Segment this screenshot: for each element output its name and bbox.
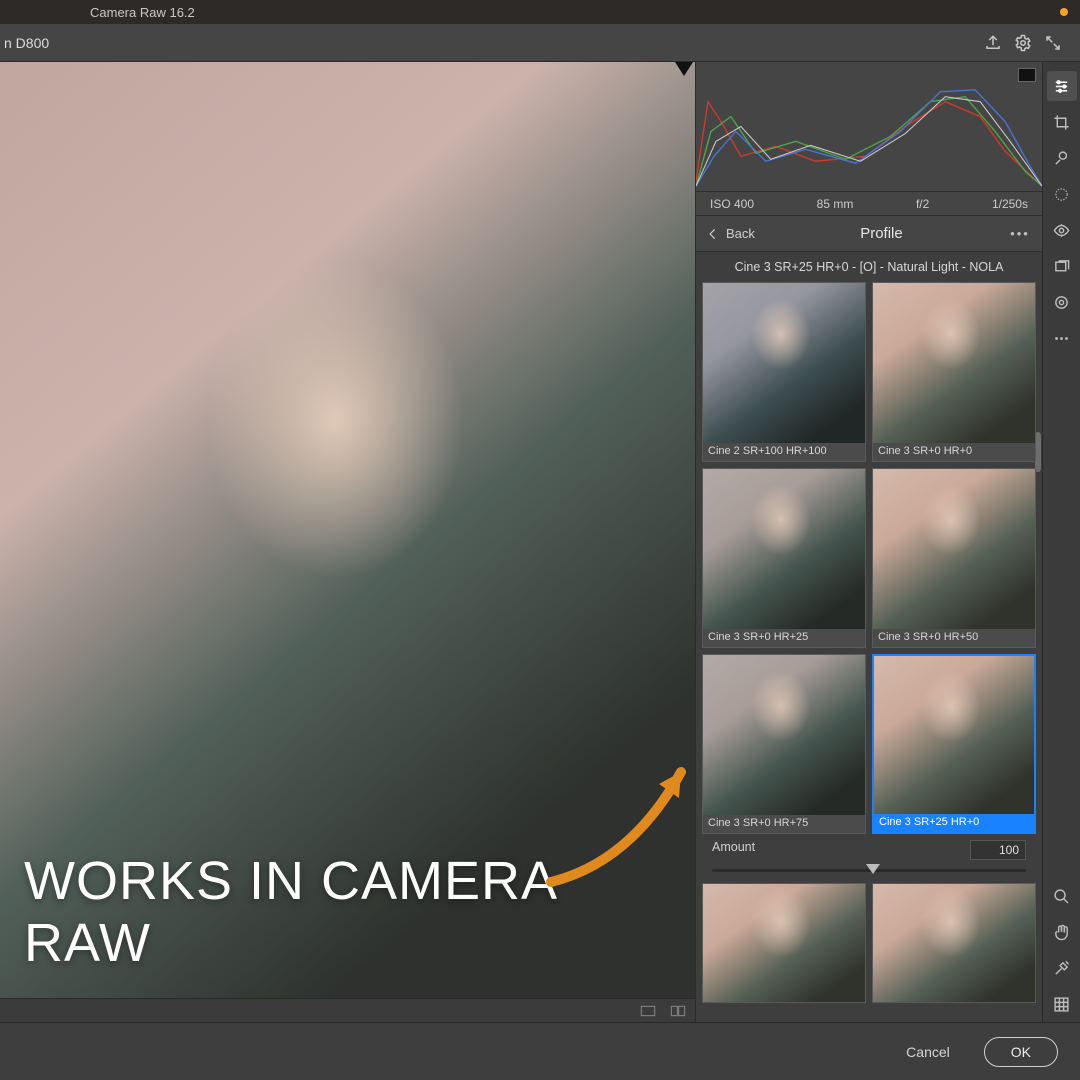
thumb-image <box>873 884 1035 1002</box>
thumb-label: Cine 3 SR+0 HR+75 <box>703 815 865 833</box>
exif-focal: 85 mm <box>817 197 854 211</box>
edit-sliders-icon[interactable] <box>1047 71 1077 101</box>
fullscreen-icon[interactable] <box>1038 28 1068 58</box>
thumb-label: Cine 3 SR+0 HR+25 <box>703 629 865 647</box>
image-preview[interactable]: WORKS IN CAMERA RAW <box>0 62 695 1022</box>
ok-button[interactable]: OK <box>984 1037 1058 1067</box>
camera-bar: n D800 <box>0 24 1080 62</box>
cancel-button[interactable]: Cancel <box>892 1036 964 1068</box>
back-label: Back <box>726 226 755 241</box>
preset-circle-icon[interactable] <box>1047 287 1077 317</box>
more-icon[interactable]: ••• <box>1008 226 1032 241</box>
hand-icon[interactable] <box>1047 917 1077 947</box>
export-icon[interactable] <box>978 28 1008 58</box>
profile-thumb[interactable]: Cine 3 SR+0 HR+50 <box>872 468 1036 648</box>
thumb-image <box>873 469 1035 629</box>
right-panel: ISO 400 85 mm f/2 1/250s Back Profile ••… <box>695 62 1042 1022</box>
mask-icon[interactable] <box>1047 179 1077 209</box>
amount-slider[interactable] <box>712 863 1026 877</box>
amount-label: Amount <box>712 840 755 854</box>
thumb-image <box>874 656 1034 814</box>
thumb-label: Cine 2 SR+100 HR+100 <box>703 443 865 461</box>
panel-title: Profile <box>755 225 1008 242</box>
grid-toggle-icon[interactable] <box>1047 989 1077 1019</box>
more-tools-icon[interactable] <box>1047 323 1077 353</box>
panel-header: Back Profile ••• <box>696 216 1042 252</box>
snapshot-stack-icon[interactable] <box>1047 251 1077 281</box>
heal-brush-icon[interactable] <box>1047 143 1077 173</box>
thumb-image <box>703 655 865 815</box>
highlight-clip-icon[interactable] <box>1018 68 1036 82</box>
profile-thumb[interactable]: Cine 3 SR+0 HR+25 <box>702 468 866 648</box>
profile-thumb[interactable]: Cine 3 SR+0 HR+0 <box>872 282 1036 462</box>
titlebar: Camera Raw 16.2 <box>0 0 1080 24</box>
thumb-image <box>703 884 865 1002</box>
gear-icon[interactable] <box>1008 28 1038 58</box>
profile-grid[interactable]: Cine 2 SR+100 HR+100 Cine 3 SR+0 HR+0 Ci… <box>696 282 1042 1022</box>
toolstrip <box>1042 62 1080 1022</box>
thumb-label: Cine 3 SR+25 HR+0 <box>874 814 1034 832</box>
exif-bar: ISO 400 85 mm f/2 1/250s <box>696 192 1042 216</box>
profile-thumb[interactable] <box>702 883 866 1003</box>
promo-overlay-text: WORKS IN CAMERA RAW <box>24 850 695 974</box>
footer: Cancel OK <box>0 1022 1080 1080</box>
exif-shutter: 1/250s <box>992 197 1028 211</box>
active-profile-name: Cine 3 SR+25 HR+0 - [O] - Natural Light … <box>696 252 1042 282</box>
amount-row: Amount 100 <box>702 834 1036 863</box>
thumb-image <box>703 283 865 443</box>
profile-thumb[interactable]: Cine 3 SR+0 HR+75 <box>702 654 866 834</box>
exif-iso: ISO 400 <box>710 197 754 211</box>
thumb-label: Cine 3 SR+0 HR+50 <box>873 629 1035 647</box>
color-sampler-icon[interactable] <box>1047 953 1077 983</box>
profile-thumb-selected[interactable]: ★ Cine 3 SR+25 HR+0 <box>872 654 1036 834</box>
profile-thumb[interactable] <box>872 883 1036 1003</box>
redeye-icon[interactable] <box>1047 215 1077 245</box>
thumb-label: Cine 3 SR+0 HR+0 <box>873 443 1035 461</box>
app-title: Camera Raw 16.2 <box>10 5 195 20</box>
crop-icon[interactable] <box>1047 107 1077 137</box>
zoom-icon[interactable] <box>1047 881 1077 911</box>
thumb-image <box>873 283 1035 443</box>
thumb-image <box>703 469 865 629</box>
clip-warning-icon[interactable] <box>675 62 693 76</box>
exif-aperture: f/2 <box>916 197 929 211</box>
preview-toolbar <box>0 998 695 1022</box>
amount-value[interactable]: 100 <box>970 840 1026 860</box>
before-after-split-icon[interactable] <box>667 1002 689 1020</box>
slider-knob-icon[interactable] <box>866 864 880 874</box>
window-minimize-dot[interactable] <box>1060 8 1068 16</box>
histogram[interactable] <box>696 62 1042 192</box>
back-button[interactable]: Back <box>706 226 755 241</box>
before-after-single-icon[interactable] <box>637 1002 659 1020</box>
camera-model: n D800 <box>0 35 49 51</box>
profile-thumb[interactable]: Cine 2 SR+100 HR+100 <box>702 282 866 462</box>
